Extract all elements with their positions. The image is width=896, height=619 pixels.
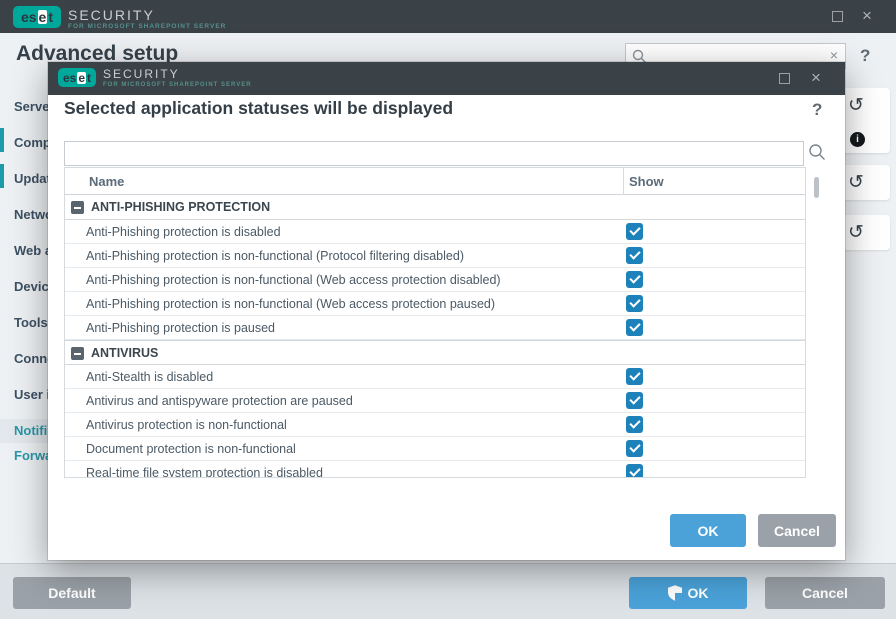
status-name: Anti-Phishing protection is paused xyxy=(86,316,275,340)
show-checkbox[interactable] xyxy=(626,319,643,336)
status-name: Antivirus protection is non-functional xyxy=(86,413,287,437)
sidebar-item-update[interactable]: Updat xyxy=(0,167,48,191)
status-name: Antivirus and antispyware protection are… xyxy=(86,389,353,413)
maximize-icon[interactable] xyxy=(832,10,843,25)
product-subtitle: FOR MICROSOFT SHAREPOINT SERVER xyxy=(103,82,252,88)
group-row[interactable]: ANTIVIRUS xyxy=(65,340,805,365)
status-row: Anti-Stealth is disabled xyxy=(65,365,805,389)
dialog-titlebar: eset SECURITY FOR MICROSOFT SHAREPOINT S… xyxy=(48,62,845,95)
show-checkbox[interactable] xyxy=(626,295,643,312)
info-icon[interactable]: i xyxy=(850,132,865,147)
app-window: eset SECURITY FOR MICROSOFT SHAREPOINT S… xyxy=(0,0,896,619)
modified-indicator xyxy=(0,128,4,152)
group-label: ANTIVIRUS xyxy=(91,341,158,366)
default-button[interactable]: Default xyxy=(13,577,131,609)
status-name: Anti-Phishing protection is non-function… xyxy=(86,268,501,292)
statuses-table: Name Show ANTI-PHISHING PROTECTIONAnti-P… xyxy=(64,167,806,478)
eset-logo: eset xyxy=(58,68,96,87)
revert-icon[interactable]: ↺ xyxy=(848,96,864,115)
close-icon[interactable]: × xyxy=(862,8,872,23)
main-titlebar: eset SECURITY FOR MICROSOFT SHAREPOINT S… xyxy=(0,0,896,33)
show-checkbox[interactable] xyxy=(626,392,643,409)
group-row[interactable]: ANTI-PHISHING PROTECTION xyxy=(65,195,805,220)
sidebar-item-network[interactable]: Netwo xyxy=(0,203,48,227)
sidebar-item-user-interface[interactable]: User i xyxy=(0,383,48,407)
cancel-button[interactable]: Cancel xyxy=(758,514,836,547)
product-name: SECURITY xyxy=(68,7,155,23)
search-icon[interactable] xyxy=(808,143,826,161)
close-icon[interactable]: × xyxy=(811,70,821,85)
sidebar-item-tools[interactable]: Tools xyxy=(0,311,48,335)
status-row: Antivirus and antispyware protection are… xyxy=(65,389,805,413)
group-label: ANTI-PHISHING PROTECTION xyxy=(91,195,270,220)
status-row: Anti-Phishing protection is disabled xyxy=(65,220,805,244)
revert-icon[interactable]: ↺ xyxy=(848,173,864,192)
sidebar: Serve Comp Updat Netwo Web a Devic Tools Conne U… xyxy=(0,0,48,619)
show-checkbox[interactable] xyxy=(626,247,643,264)
status-row: Antivirus protection is non-functional xyxy=(65,413,805,437)
show-checkbox[interactable] xyxy=(626,416,643,433)
sidebar-item-computer[interactable]: Comp xyxy=(0,131,48,155)
status-row: Anti-Phishing protection is paused xyxy=(65,316,805,340)
show-checkbox[interactable] xyxy=(626,464,643,478)
status-row: Anti-Phishing protection is non-function… xyxy=(65,268,805,292)
status-row: Real-time file system protection is disa… xyxy=(65,461,805,478)
status-row: Document protection is non-functional xyxy=(65,437,805,461)
sidebar-item-notifications[interactable]: Notifi xyxy=(0,419,48,443)
status-row: Anti-Phishing protection is non-function… xyxy=(65,292,805,316)
clear-search-icon[interactable]: × xyxy=(830,47,838,63)
ok-button[interactable]: OK xyxy=(670,514,746,547)
main-footer: Default OK Cancel xyxy=(0,563,896,619)
sidebar-item-forward[interactable]: Forwa xyxy=(0,444,48,468)
status-row: Anti-Phishing protection is non-function… xyxy=(65,244,805,268)
column-header-name: Name xyxy=(89,174,124,189)
collapse-icon[interactable] xyxy=(71,347,84,360)
sidebar-item-device-control[interactable]: Devic xyxy=(0,275,48,299)
show-checkbox[interactable] xyxy=(626,440,643,457)
collapse-icon[interactable] xyxy=(71,201,84,214)
statuses-dialog: eset SECURITY FOR MICROSOFT SHAREPOINT S… xyxy=(48,62,845,560)
product-subtitle: FOR MICROSOFT SHAREPOINT SERVER xyxy=(68,23,226,30)
status-name: Anti-Phishing protection is non-function… xyxy=(86,292,495,316)
revert-icon[interactable]: ↺ xyxy=(848,223,864,242)
cancel-button[interactable]: Cancel xyxy=(765,577,885,609)
sidebar-item-web-and-email[interactable]: Web a xyxy=(0,239,48,263)
scrollbar-thumb[interactable] xyxy=(814,177,819,198)
sidebar-item-server[interactable]: Serve xyxy=(0,95,48,119)
ok-button[interactable]: OK xyxy=(629,577,747,609)
column-header-show: Show xyxy=(629,174,664,189)
help-icon[interactable]: ? xyxy=(812,100,822,120)
dialog-title: Selected application statuses will be di… xyxy=(64,98,453,119)
table-body: ANTI-PHISHING PROTECTIONAnti-Phishing pr… xyxy=(65,195,805,478)
help-icon[interactable]: ? xyxy=(860,46,870,66)
show-checkbox[interactable] xyxy=(626,223,643,240)
status-name: Real-time file system protection is disa… xyxy=(86,461,323,478)
product-name: SECURITY xyxy=(103,67,180,81)
sidebar-item-connected[interactable]: Conne xyxy=(0,347,48,371)
dialog-search-input[interactable] xyxy=(64,141,804,166)
status-name: Anti-Stealth is disabled xyxy=(86,365,213,389)
table-header: Name Show xyxy=(65,168,805,195)
maximize-icon[interactable] xyxy=(779,72,790,87)
shield-icon xyxy=(668,585,682,601)
modified-indicator xyxy=(0,164,4,188)
status-name: Anti-Phishing protection is non-function… xyxy=(86,244,464,268)
show-checkbox[interactable] xyxy=(626,368,643,385)
status-name: Document protection is non-functional xyxy=(86,437,296,461)
show-checkbox[interactable] xyxy=(626,271,643,288)
status-name: Anti-Phishing protection is disabled xyxy=(86,220,281,244)
